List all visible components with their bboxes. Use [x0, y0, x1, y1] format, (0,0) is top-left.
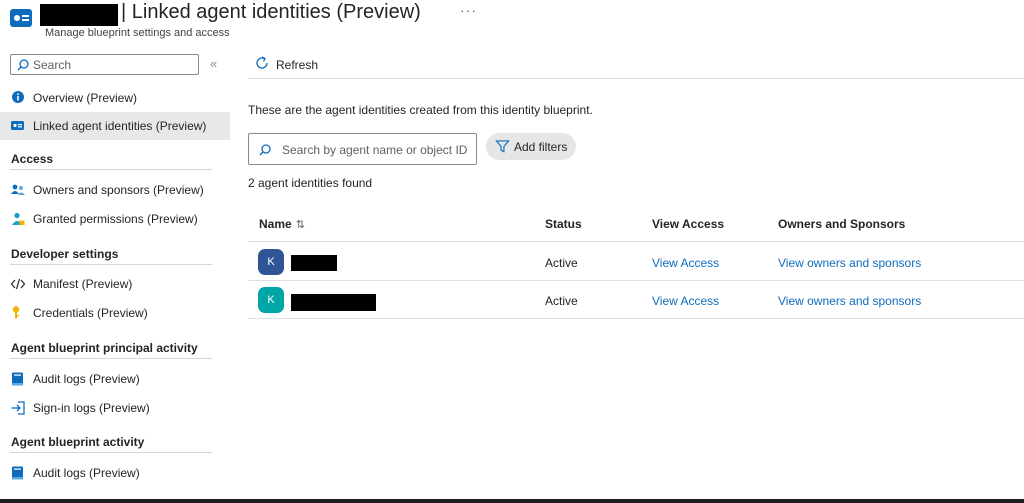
sidebar-item-label: Audit logs (Preview) — [33, 372, 140, 386]
id-card-icon — [11, 121, 24, 130]
sidebar-search-input[interactable]: Search — [10, 54, 199, 75]
page-subtitle: Manage blueprint settings and access — [45, 27, 230, 39]
redacted-agent-name — [291, 255, 337, 271]
avatar: K — [258, 287, 284, 313]
sidebar-item-label: Manifest (Preview) — [33, 277, 133, 291]
book-icon — [12, 466, 23, 480]
redacted-agent-name — [291, 294, 376, 311]
toolbar: Refresh — [248, 48, 1024, 79]
section-heading-blueprint-activity: Agent blueprint activity — [10, 431, 212, 453]
collapse-sidebar-button[interactable]: « — [210, 56, 217, 71]
book-icon — [12, 372, 23, 386]
sidebar-item-sign-in-logs[interactable]: Sign-in logs (Preview) — [0, 394, 230, 422]
section-heading-developer-settings: Developer settings — [10, 243, 212, 265]
description-text: These are the agent identities created f… — [248, 103, 593, 117]
more-options-button[interactable]: ··· — [460, 2, 477, 18]
sort-icon[interactable]: ⇅ — [296, 219, 305, 231]
key-icon — [12, 306, 20, 319]
status-text: Active — [545, 294, 578, 308]
sidebar-item-label: Audit logs (Preview) — [33, 466, 140, 480]
table-row[interactable]: K Active View Access View owners and spo… — [248, 243, 1024, 281]
person-lock-icon — [12, 212, 25, 225]
main-content: Refresh These are the agent identities c… — [248, 48, 1024, 503]
sidebar-item-label: Granted permissions (Preview) — [33, 212, 198, 226]
sidebar-item-label: Owners and sponsors (Preview) — [33, 183, 204, 197]
view-access-link[interactable]: View Access — [652, 256, 719, 270]
sidebar-item-label: Overview (Preview) — [33, 91, 138, 105]
avatar: K — [258, 249, 284, 275]
column-header-status: Status — [545, 217, 582, 231]
column-header-owners: Owners and Sponsors — [778, 217, 906, 231]
sidebar-item-principal-audit-logs[interactable]: Audit logs (Preview) — [0, 365, 230, 393]
search-icon — [259, 144, 271, 156]
page-title: | Linked agent identities (Preview) — [121, 1, 421, 23]
column-header-view-access: View Access — [652, 217, 725, 231]
sidebar-search-placeholder: Search — [33, 58, 72, 72]
view-access-link[interactable]: View Access — [652, 294, 719, 308]
sidebar-item-label: Credentials (Preview) — [33, 306, 148, 320]
people-icon — [11, 184, 25, 195]
sidebar-item-label: Sign-in logs (Preview) — [33, 401, 150, 415]
column-header-name[interactable]: Name ⇅ — [259, 217, 305, 231]
table-header: Name ⇅ Status View Access Owners and Spon… — [248, 208, 1024, 242]
agent-search-input[interactable]: Search by agent name or object ID — [248, 133, 477, 165]
sidebar-item-granted-permissions[interactable]: Granted permissions (Preview) — [0, 205, 230, 233]
sidebar-item-manifest[interactable]: Manifest (Preview) — [0, 270, 230, 298]
section-heading-access: Access — [10, 148, 212, 170]
taskbar-edge — [0, 499, 1024, 503]
sidebar-item-linked-agent-identities[interactable]: Linked agent identities (Preview) — [0, 112, 230, 140]
sign-in-icon — [11, 401, 25, 415]
search-icon — [17, 59, 29, 71]
id-card-icon — [10, 9, 32, 27]
view-owners-link[interactable]: View owners and sponsors — [778, 256, 921, 270]
info-icon — [12, 91, 24, 103]
page-header: | Linked agent identities (Preview) ··· … — [0, 0, 1024, 44]
status-text: Active — [545, 256, 578, 270]
result-count: 2 agent identities found — [248, 176, 373, 190]
sidebar-item-blueprint-audit-logs[interactable]: Audit logs (Preview) — [0, 459, 230, 487]
table-row[interactable]: K Active View Access View owners and spo… — [248, 281, 1024, 319]
sidebar-item-credentials[interactable]: Credentials (Preview) — [0, 299, 230, 327]
sidebar: Search « Overview (Preview) Linked agent… — [0, 48, 232, 503]
refresh-icon — [256, 56, 268, 69]
view-owners-link[interactable]: View owners and sponsors — [778, 294, 921, 308]
refresh-label: Refresh — [276, 58, 319, 72]
add-filters-button[interactable]: Add filters — [486, 133, 576, 160]
section-heading-principal-activity: Agent blueprint principal activity — [10, 337, 212, 359]
sidebar-item-overview[interactable]: Overview (Preview) — [0, 84, 230, 112]
filter-icon — [495, 140, 510, 153]
agent-search-placeholder: Search by agent name or object ID — [282, 143, 468, 157]
sidebar-item-owners-and-sponsors[interactable]: Owners and sponsors (Preview) — [0, 176, 230, 204]
redacted-name — [40, 4, 118, 26]
add-filters-label: Add filters — [514, 140, 568, 154]
code-icon — [10, 278, 26, 290]
sidebar-item-label: Linked agent identities (Preview) — [33, 119, 207, 133]
